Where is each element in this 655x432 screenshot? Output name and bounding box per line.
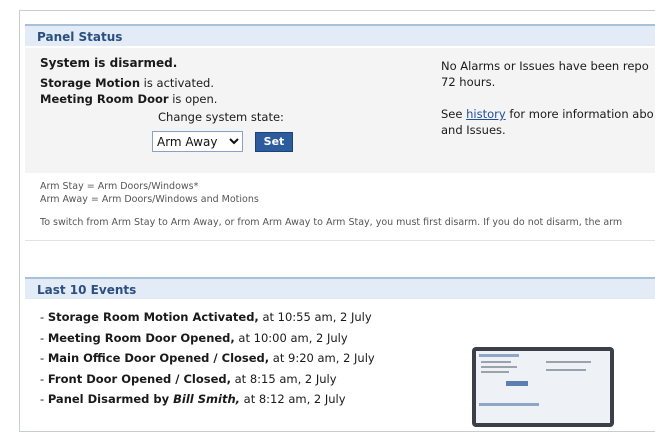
switch-note: To switch from Arm Stay to Arm Away, or … xyxy=(40,217,623,228)
section-divider xyxy=(25,240,655,241)
thumbnail-line xyxy=(546,369,586,371)
event-bullet: - xyxy=(40,392,48,406)
thumbnail-line xyxy=(546,361,591,363)
event-actor: Bill Smith, xyxy=(173,392,240,406)
set-button[interactable]: Set xyxy=(255,132,293,152)
arm-away-note: Arm Away = Arm Doors/Windows and Motions xyxy=(40,194,259,205)
events-title: Last 10 Events xyxy=(37,283,137,297)
change-state-label: Change system state: xyxy=(158,110,284,124)
event-bullet: - xyxy=(40,351,48,365)
thumbnail-header-bar xyxy=(479,403,539,406)
event-item: - Panel Disarmed by Bill Smith, at 8:12 … xyxy=(40,392,346,406)
event-bullet: - xyxy=(40,372,48,386)
event-bullet: - xyxy=(40,310,48,324)
panel-status-header: Panel Status xyxy=(25,24,655,46)
event-bullet: - xyxy=(40,331,48,345)
motion-state: is activated. xyxy=(140,76,214,90)
see-prefix: See xyxy=(441,107,467,121)
event-item: - Storage Room Motion Activated, at 10:5… xyxy=(40,310,372,324)
event-time: at 9:20 am, 2 July xyxy=(269,351,375,365)
thumbnail-line xyxy=(481,366,517,368)
event-item: - Main Office Door Opened / Closed, at 9… xyxy=(40,351,375,365)
event-time: at 10:00 am, 2 July xyxy=(234,331,348,345)
door-state: is open. xyxy=(168,92,218,106)
events-header: Last 10 Events xyxy=(25,277,655,299)
thumbnail-select xyxy=(506,381,528,386)
event-time: at 8:12 am, 2 July xyxy=(240,392,346,406)
alarms-line-2: 72 hours. xyxy=(441,75,496,89)
arm-stay-note: Arm Stay = Arm Doors/Windows* xyxy=(40,181,199,192)
event-item: - Meeting Room Door Opened, at 10:00 am,… xyxy=(40,331,348,345)
door-name: Meeting Room Door xyxy=(40,92,169,106)
event-title: Main Office Door Opened / Closed, xyxy=(47,351,270,365)
system-state-text: System is disarmed. xyxy=(40,56,178,70)
door-status: Meeting Room Door is open. xyxy=(40,92,217,106)
event-title: Meeting Room Door Opened, xyxy=(47,331,235,345)
thumbnail-header-bar xyxy=(479,354,519,357)
history-note-line-2: and Issues. xyxy=(441,123,506,137)
device-thumbnail-image xyxy=(472,347,614,427)
history-link[interactable]: history xyxy=(466,107,506,121)
motion-name: Storage Motion xyxy=(40,76,141,90)
see-suffix: for more information abo xyxy=(505,107,654,121)
system-state-select[interactable]: Arm Away xyxy=(152,131,243,152)
thumbnail-line xyxy=(481,371,509,373)
history-note: See history for more information abo xyxy=(441,107,654,121)
event-title: Panel Disarmed by xyxy=(47,392,174,406)
panel-status-title: Panel Status xyxy=(37,30,123,44)
event-time: at 10:55 am, 2 July xyxy=(258,310,372,324)
motion-status: Storage Motion is activated. xyxy=(40,76,214,90)
device-thumbnail-screen xyxy=(476,351,610,423)
alarms-line-1: No Alarms or Issues have been repo xyxy=(441,59,649,73)
event-time: at 8:15 am, 2 July xyxy=(230,372,337,386)
event-item: - Front Door Opened / Closed, at 8:15 am… xyxy=(40,372,337,386)
event-title: Storage Room Motion Activated, xyxy=(47,310,259,324)
thumbnail-line xyxy=(481,361,511,363)
event-title: Front Door Opened / Closed, xyxy=(47,372,231,386)
